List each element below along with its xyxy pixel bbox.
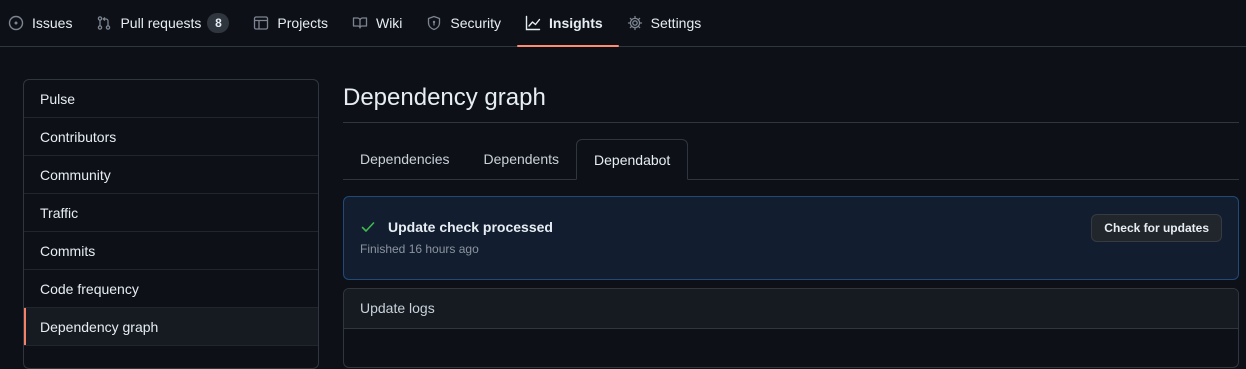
insights-sidebar: Pulse Contributors Community Traffic Com… <box>23 79 319 369</box>
sidebar-item-dependency-graph[interactable]: Dependency graph <box>24 308 318 346</box>
tab-dependabot[interactable]: Dependabot <box>576 139 689 180</box>
tab-dependencies[interactable]: Dependencies <box>343 139 467 179</box>
nav-projects[interactable]: Projects <box>245 0 344 46</box>
main-content: Dependency graph Dependencies Dependents… <box>343 79 1239 368</box>
check-for-updates-button[interactable]: Check for updates <box>1091 214 1222 242</box>
status-timestamp: Finished 16 hours ago <box>360 242 479 256</box>
status-title: Update check processed <box>388 219 553 235</box>
sidebar-item-traffic[interactable]: Traffic <box>24 194 318 232</box>
table-icon <box>253 15 269 31</box>
sidebar-item-community[interactable]: Community <box>24 156 318 194</box>
sidebar-item-code-frequency[interactable]: Code frequency <box>24 270 318 308</box>
graph-icon <box>525 15 541 31</box>
nav-label: Wiki <box>375 15 403 31</box>
nav-label: Issues <box>32 15 73 31</box>
dependency-tabs: Dependencies Dependents Dependabot <box>343 139 1239 180</box>
update-logs-body <box>344 329 1238 367</box>
repo-nav: Issues Pull requests 8 Projects Wiki Sec… <box>0 0 1246 47</box>
issue-opened-icon <box>8 15 24 31</box>
git-pull-request-icon <box>96 15 112 31</box>
nav-label: Pull requests <box>120 15 202 31</box>
page-title: Dependency graph <box>343 79 1239 123</box>
nav-security[interactable]: Security <box>418 0 517 46</box>
tab-dependents[interactable]: Dependents <box>467 139 577 179</box>
gear-icon <box>627 15 643 31</box>
nav-settings[interactable]: Settings <box>619 0 718 46</box>
nav-issues[interactable]: Issues <box>0 0 88 46</box>
nav-wiki[interactable]: Wiki <box>344 0 418 46</box>
update-status-banner: Update check processed Finished 16 hours… <box>343 196 1239 280</box>
nav-label: Projects <box>277 15 328 31</box>
book-icon <box>352 15 368 31</box>
check-icon <box>360 219 376 235</box>
pull-request-counter: 8 <box>207 13 230 33</box>
nav-label: Insights <box>549 15 603 31</box>
shield-icon <box>426 15 442 31</box>
update-logs-header: Update logs <box>344 289 1238 329</box>
sidebar-item-commits[interactable]: Commits <box>24 232 318 270</box>
nav-pull-requests[interactable]: Pull requests 8 <box>88 0 245 46</box>
sidebar-item-contributors[interactable]: Contributors <box>24 118 318 156</box>
nav-label: Settings <box>650 15 702 31</box>
update-logs-box: Update logs <box>343 288 1239 368</box>
nav-label: Security <box>450 15 501 31</box>
sidebar-item-pulse[interactable]: Pulse <box>24 80 318 118</box>
nav-insights[interactable]: Insights <box>517 0 619 47</box>
